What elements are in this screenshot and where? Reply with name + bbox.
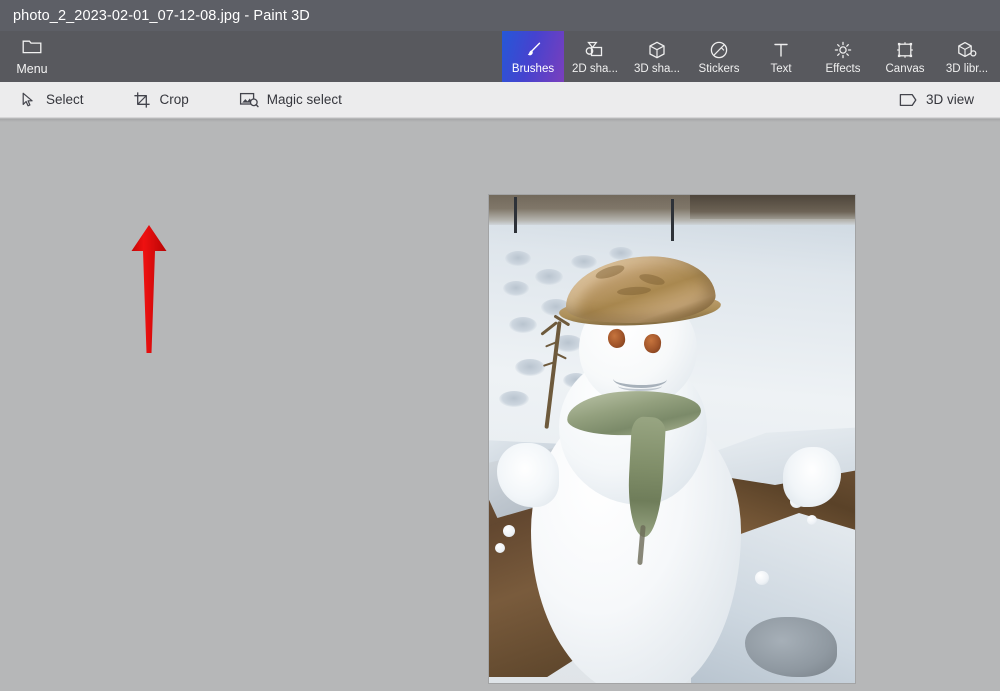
3d-view-label: 3D view	[925, 92, 974, 107]
brush-icon	[523, 39, 543, 61]
photo-footprint	[503, 281, 529, 296]
select-tool-label: Select	[46, 92, 84, 107]
cursor-select-icon	[18, 90, 38, 110]
2d-shapes-icon	[584, 39, 606, 61]
photo-footprint	[571, 255, 597, 269]
crop-icon	[132, 90, 152, 110]
main-ribbon: Menu Brushes 2D sha... 3D sha... Sticker…	[0, 31, 1000, 82]
photo-snowball	[503, 525, 515, 537]
snowman-mouth-lower	[618, 381, 662, 391]
tool-canvas[interactable]: Canvas	[874, 31, 936, 82]
window-title: photo_2_2023-02-01_07-12-08.jpg - Paint …	[13, 7, 310, 24]
magic-select-label: Magic select	[266, 92, 342, 107]
magic-select-icon	[239, 90, 259, 110]
tool-3d-library[interactable]: 3D libr...	[936, 31, 998, 82]
workspace[interactable]	[0, 119, 1000, 691]
magic-select-button[interactable]: Magic select	[233, 83, 356, 117]
photo-footprint	[505, 251, 531, 266]
select-tool-button[interactable]: Select	[12, 83, 98, 117]
folder-icon	[22, 38, 42, 59]
tool-2d-shapes-label: 2D sha...	[571, 62, 619, 75]
photo-snowball	[807, 515, 817, 525]
tool-stickers[interactable]: Stickers	[688, 31, 750, 82]
effects-icon	[833, 39, 853, 61]
tool-3d-library-label: 3D libr...	[945, 62, 989, 75]
paint3d-window: photo_2_2023-02-01_07-12-08.jpg - Paint …	[0, 0, 1000, 691]
photo-treeline-dark	[690, 195, 855, 219]
crop-tool-label: Crop	[159, 92, 189, 107]
sub-toolbar-right: 3D view	[892, 83, 1000, 117]
tool-canvas-label: Canvas	[885, 62, 925, 75]
photo-pole-right	[671, 199, 674, 241]
tool-text-label: Text	[770, 62, 792, 75]
tool-effects-label: Effects	[825, 62, 861, 75]
tool-3d-shapes[interactable]: 3D sha...	[626, 31, 688, 82]
3d-view-button[interactable]: 3D view	[892, 83, 988, 117]
photo-footprint	[509, 317, 537, 333]
crop-tool-button[interactable]: Crop	[126, 83, 203, 117]
ribbon-tool-group: Brushes 2D sha... 3D sha... Stickers Tex…	[502, 31, 1000, 82]
photo-pole-left	[514, 197, 517, 233]
photo-snowball	[755, 571, 769, 585]
stickers-icon	[709, 39, 729, 61]
photo-footprint	[499, 391, 529, 407]
photo-snowball	[495, 543, 505, 553]
photo-footprint	[515, 359, 545, 376]
menu-button[interactable]: Menu	[0, 31, 64, 82]
sub-toolbar: Select Crop Magic select 3D view	[0, 82, 1000, 118]
text-icon	[771, 39, 791, 61]
tool-2d-shapes[interactable]: 2D sha...	[564, 31, 626, 82]
snowman-photo	[489, 195, 855, 683]
annotation-arrow-icon	[128, 225, 170, 355]
photo-footprint	[535, 269, 563, 285]
canvas-icon	[895, 39, 915, 61]
image-canvas[interactable]	[489, 195, 855, 683]
tool-effects[interactable]: Effects	[812, 31, 874, 82]
3d-shapes-icon	[647, 39, 667, 61]
3d-view-icon	[898, 90, 918, 110]
3d-library-icon	[956, 39, 978, 61]
ribbon-spacer	[64, 31, 502, 82]
sub-toolbar-left: Select Crop Magic select	[0, 83, 356, 117]
tool-brushes-label: Brushes	[511, 62, 555, 75]
title-bar: photo_2_2023-02-01_07-12-08.jpg - Paint …	[0, 0, 1000, 31]
menu-label: Menu	[16, 61, 48, 76]
tool-text[interactable]: Text	[750, 31, 812, 82]
tool-3d-shapes-label: 3D sha...	[633, 62, 681, 75]
tool-stickers-label: Stickers	[698, 62, 740, 75]
tool-brushes[interactable]: Brushes	[502, 31, 564, 82]
